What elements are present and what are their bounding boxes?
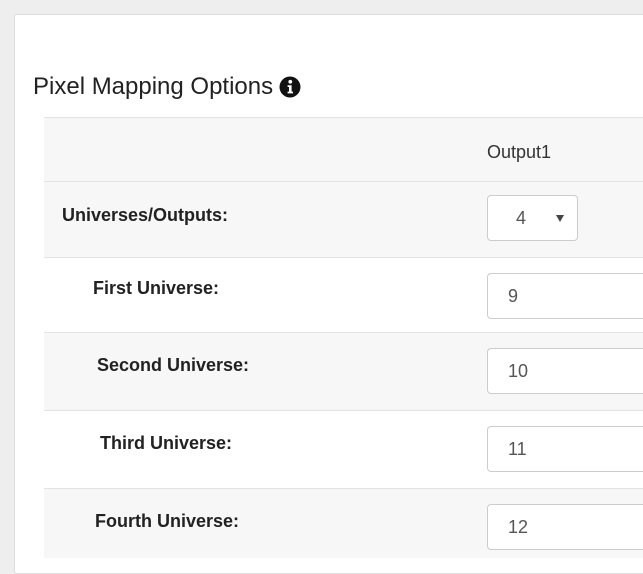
first-universe-row: First Universe: (44, 257, 643, 332)
universes-outputs-row: Universes/Outputs: 4 (44, 181, 643, 257)
third-universe-label: Third Universe: (100, 433, 233, 453)
fourth-universe-input[interactable] (487, 504, 643, 550)
universes-outputs-select[interactable]: 4 (487, 195, 578, 241)
panel-title: Pixel Mapping Options (33, 73, 301, 101)
universes-outputs-select-value: 4 (516, 208, 527, 228)
third-universe-input[interactable] (487, 426, 643, 472)
second-universe-label: Second Universe: (97, 355, 250, 375)
fourth-universe-row: Fourth Universe: (44, 488, 643, 558)
column-header-output1: Output1 (487, 142, 552, 162)
table-header-row: Output1 (44, 117, 643, 181)
first-universe-input[interactable] (487, 273, 643, 319)
chevron-down-icon (556, 215, 564, 222)
second-universe-row: Second Universe: (44, 332, 643, 410)
universes-outputs-label: Universes/Outputs: (62, 205, 229, 225)
second-universe-input[interactable] (487, 348, 643, 394)
panel-title-text: Pixel Mapping Options (33, 73, 274, 100)
info-circle-icon[interactable] (279, 76, 301, 98)
first-universe-label: First Universe: (93, 278, 220, 298)
third-universe-row: Third Universe: (44, 410, 643, 488)
fourth-universe-label: Fourth Universe: (95, 511, 240, 531)
